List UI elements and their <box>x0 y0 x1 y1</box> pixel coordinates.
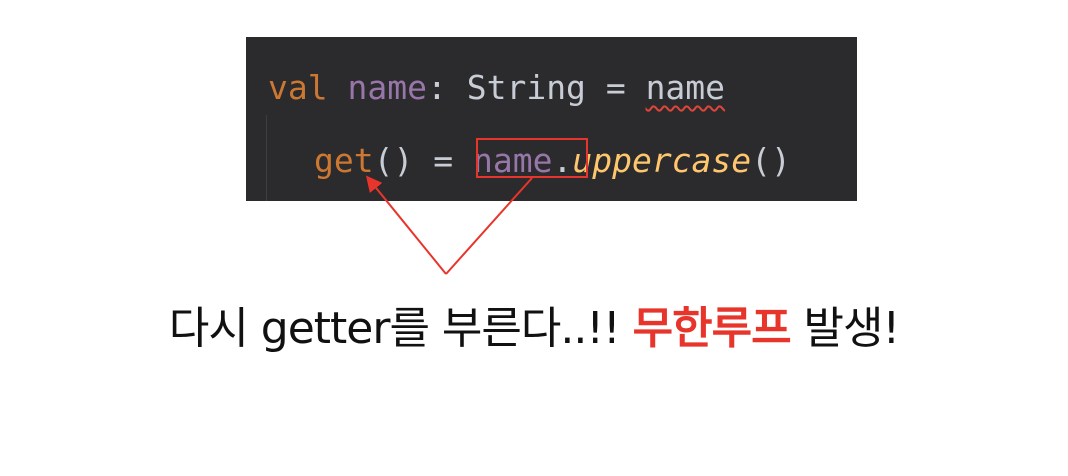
caption-emphasis-infinite-loop: 무한루프 <box>632 303 792 354</box>
getter-equals-token: = <box>433 141 454 180</box>
type-name: String <box>466 68 586 107</box>
code-line-declaration: val name: String = name <box>268 66 725 110</box>
indent-guide <box>266 115 267 201</box>
uppercase-call: uppercase <box>572 141 752 180</box>
colon-token: : <box>426 68 447 107</box>
getter-parens: () <box>373 141 414 180</box>
caption-before: 다시 getter를 부른다..!! <box>168 303 633 354</box>
name-highlight-box <box>476 138 588 178</box>
caption-text: 다시 getter를 부른다..!! 무한루프 발생! <box>0 292 1068 356</box>
val-keyword: val <box>268 68 328 107</box>
error-reference-name: name <box>645 68 726 107</box>
property-name: name <box>347 68 427 107</box>
get-keyword: get <box>314 141 374 180</box>
call-parens: () <box>751 141 791 180</box>
equals-token: = <box>605 68 626 107</box>
caption-after: 발생! <box>790 303 901 354</box>
